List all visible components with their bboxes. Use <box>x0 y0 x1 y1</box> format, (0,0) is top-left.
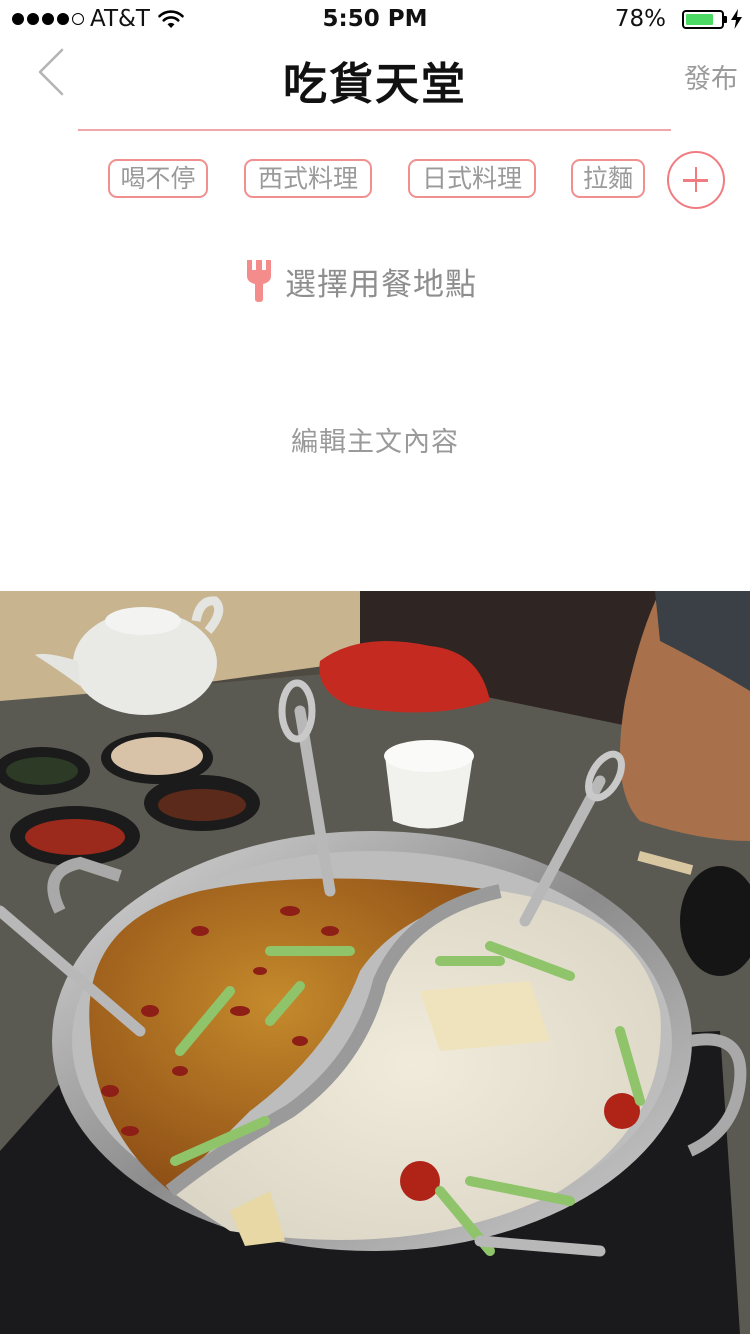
location-label: 選擇用餐地點 <box>285 266 477 303</box>
battery-cap <box>724 16 727 23</box>
battery-icon <box>682 10 724 29</box>
publish-button[interactable]: 發布 <box>684 57 738 96</box>
charging-bolt-icon <box>731 9 742 29</box>
title-divider <box>78 129 671 131</box>
battery-percent: 78% <box>614 6 666 32</box>
attached-photo <box>0 591 750 1334</box>
hotpot-photo-image <box>0 591 750 1334</box>
tag-japanese-cuisine[interactable]: 日式料理 <box>408 159 536 198</box>
choose-location-button[interactable]: 選擇用餐地點 <box>245 258 477 304</box>
content-editor-placeholder[interactable]: 編輯主文內容 <box>0 420 750 459</box>
tag-ramen[interactable]: 拉麵 <box>571 159 645 198</box>
status-bar: AT&T 5:50 PM 78% <box>0 0 750 40</box>
page-title: 吃貨天堂 <box>283 59 467 110</box>
add-tag-button[interactable] <box>667 151 725 209</box>
tag-drinks[interactable]: 喝不停 <box>108 159 208 198</box>
fork-icon <box>247 260 271 302</box>
tag-western-cuisine[interactable]: 西式料理 <box>244 159 372 198</box>
